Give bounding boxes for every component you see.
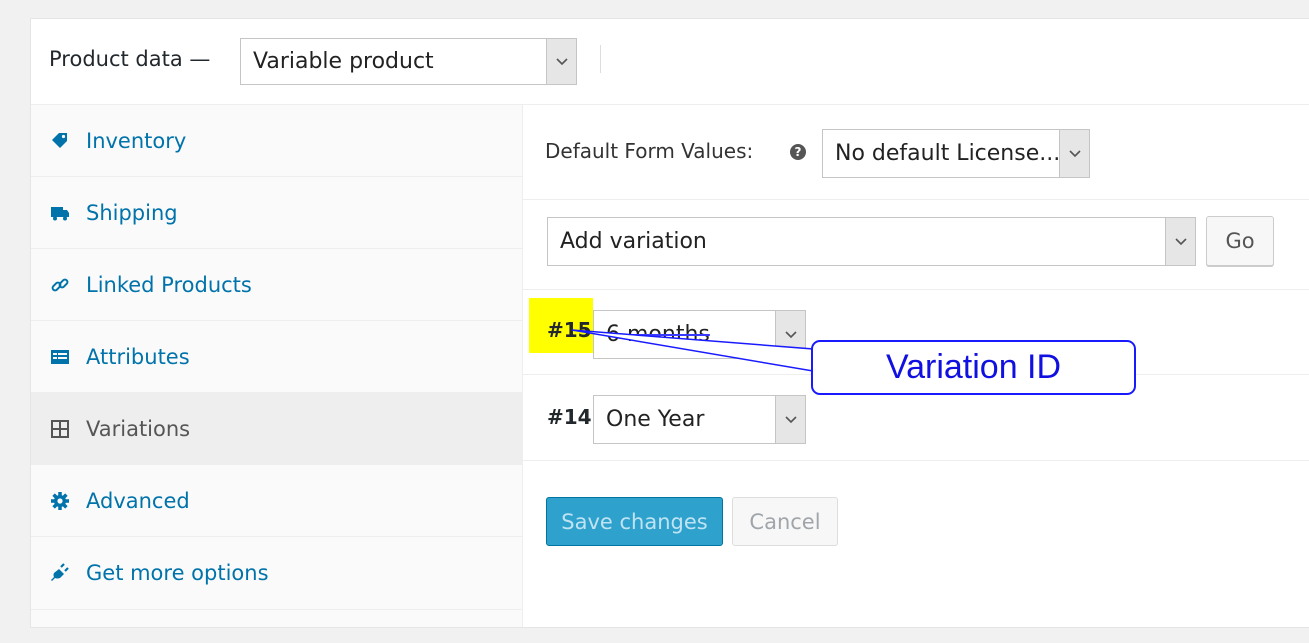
panel-header: Product data — Variable product	[31, 19, 1309, 105]
product-data-title: Product data —	[49, 47, 211, 71]
variation-id-callout: Variation ID	[811, 340, 1136, 395]
help-icon[interactable]: ?	[790, 144, 806, 160]
default-license-select[interactable]: No default License...	[822, 129, 1090, 178]
go-button[interactable]: Go	[1206, 216, 1274, 266]
tab-label: Linked Products	[86, 272, 252, 297]
save-changes-button[interactable]: Save changes	[546, 497, 723, 546]
tab-linked-products[interactable]: Linked Products	[31, 249, 522, 321]
product-data-panel: Product data — Variable product Inventor…	[30, 18, 1309, 628]
tab-label: Inventory	[86, 128, 187, 153]
link-icon	[49, 274, 71, 296]
tab-label: Advanced	[86, 488, 190, 513]
add-variation-row: Add variation Go	[523, 200, 1309, 290]
tab-variations[interactable]: Variations	[31, 393, 522, 465]
variation-attribute-value: 6 months	[606, 322, 710, 347]
chevron-down-icon	[1165, 218, 1195, 265]
tag-icon	[49, 130, 71, 152]
product-type-value: Variable product	[253, 49, 434, 74]
tab-advanced[interactable]: Advanced	[31, 465, 522, 537]
gear-icon	[49, 490, 71, 512]
plugin-icon	[49, 562, 71, 584]
tab-attributes[interactable]: Attributes	[31, 321, 522, 393]
default-form-label: Default Form Values:	[545, 139, 754, 163]
variation-attribute-select[interactable]: One Year	[593, 395, 806, 444]
chevron-down-icon	[775, 396, 805, 443]
truck-icon	[49, 202, 71, 224]
add-variation-value: Add variation	[560, 229, 707, 254]
chevron-down-icon	[546, 39, 576, 84]
variation-id: #15	[547, 318, 592, 342]
tab-label: Shipping	[86, 200, 178, 225]
default-form-row: Default Form Values: ? No default Licens…	[523, 105, 1309, 200]
tab-inventory[interactable]: Inventory	[31, 105, 522, 177]
variation-attribute-value: One Year	[606, 407, 705, 432]
tab-label: Attributes	[86, 344, 190, 369]
chevron-down-icon	[775, 311, 805, 358]
tab-get-more-options[interactable]: Get more options	[31, 537, 522, 610]
grid-icon	[49, 418, 71, 440]
product-type-select[interactable]: Variable product	[240, 38, 577, 85]
variation-attribute-select[interactable]: 6 months	[593, 310, 806, 359]
chevron-down-icon	[1059, 130, 1089, 177]
tab-label: Variations	[86, 416, 191, 441]
product-data-tabs: Inventory Shipping Linked Products Attri…	[31, 105, 523, 627]
list-icon	[49, 346, 71, 368]
variation-id: #14	[547, 405, 592, 429]
cancel-button[interactable]: Cancel	[732, 497, 838, 546]
tab-label: Get more options	[86, 561, 269, 585]
tab-shipping[interactable]: Shipping	[31, 177, 522, 249]
default-license-value: No default License...	[835, 141, 1059, 166]
header-divider	[600, 45, 601, 73]
add-variation-select[interactable]: Add variation	[547, 217, 1196, 266]
